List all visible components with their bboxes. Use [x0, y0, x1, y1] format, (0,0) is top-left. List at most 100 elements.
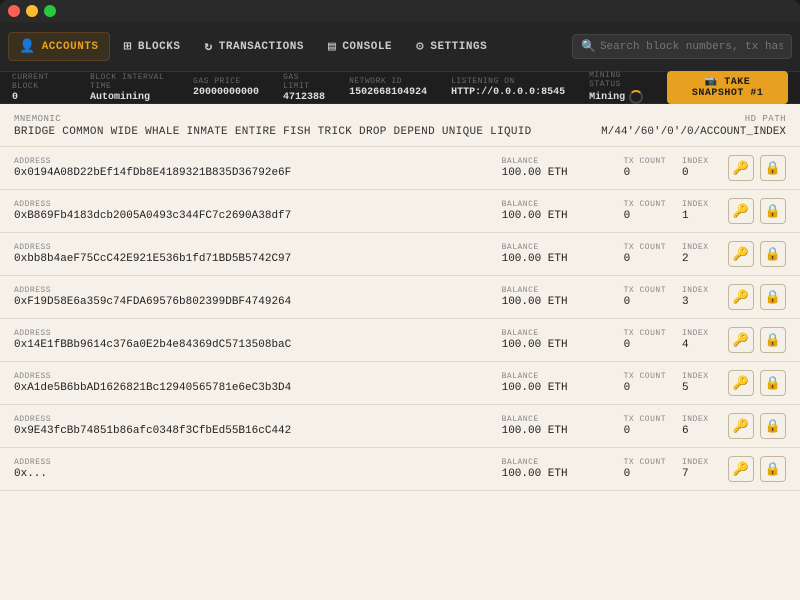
account-right-4: TX Count 0 Index 4 🔑 🔒: [624, 327, 786, 353]
account-left-5: Address 0xA1de5B6bbAD1626821Bc1294056578…: [14, 372, 490, 394]
mnemonic-section: Mnemonic BRIDGE COMMON WIDE WHALE INMATE…: [0, 104, 800, 147]
block-interval-label: Block Interval Time: [90, 73, 169, 91]
lock-button-4[interactable]: 🔒: [760, 327, 786, 353]
index-label-0: Index: [682, 157, 709, 166]
accounts-icon: 👤: [19, 39, 36, 54]
account-row[interactable]: Address 0xB869Fb4183dcb2005A0493c344FC7c…: [0, 190, 800, 233]
blocks-label: Blocks: [138, 41, 181, 53]
search-input[interactable]: [600, 41, 783, 53]
settings-label: Settings: [430, 41, 487, 53]
settings-icon: ⚙: [416, 39, 424, 54]
close-dot[interactable]: [8, 5, 20, 17]
lock-button-5[interactable]: 🔒: [760, 370, 786, 396]
lock-button-2[interactable]: 🔒: [760, 241, 786, 267]
index-value-7: 7: [682, 468, 689, 480]
account-row[interactable]: Address 0xF19D58E6a359c74FDA69576b802399…: [0, 276, 800, 319]
account-left-3: Address 0xF19D58E6a359c74FDA69576b802399…: [14, 286, 490, 308]
accounts-list: Address 0x0194A08D22bEf14fDb8E4189321B83…: [0, 147, 800, 491]
tx-count-value-3: 0: [624, 296, 631, 308]
main-content: Mnemonic BRIDGE COMMON WIDE WHALE INMATE…: [0, 104, 800, 600]
account-row[interactable]: Address 0xbb8b4aeF75CcC42E921E536b1fd71B…: [0, 233, 800, 276]
balance-value-0: 100.00 ETH: [502, 167, 568, 179]
snapshot-button[interactable]: 📷 TAKE SNAPSHOT #1: [667, 71, 788, 104]
account-actions-6: 🔑 🔒: [728, 413, 786, 439]
tx-count-value-0: 0: [624, 167, 631, 179]
account-row[interactable]: Address 0x... Balance 100.00 ETH TX Coun…: [0, 448, 800, 491]
nav-item-settings[interactable]: ⚙ Settings: [406, 33, 497, 60]
balance-stat-2: Balance 100.00 ETH: [502, 243, 612, 265]
index-stat-5: Index 5: [682, 372, 712, 394]
maximize-dot[interactable]: [44, 5, 56, 17]
copy-key-button-0[interactable]: 🔑: [728, 155, 754, 181]
nav-item-transactions[interactable]: ↻Transactions: [194, 33, 314, 60]
account-row[interactable]: Address 0x14E1fBBb9614c376a0E2b4e84369dC…: [0, 319, 800, 362]
index-stat-1: Index 1: [682, 200, 712, 222]
account-row[interactable]: Address 0x9E43fcBb74851b86afc0348f3CfbEd…: [0, 405, 800, 448]
account-right-3: TX Count 0 Index 3 🔑 🔒: [624, 284, 786, 310]
status-bar: Current Block 0 Block Interval Time Auto…: [0, 72, 800, 104]
lock-button-0[interactable]: 🔒: [760, 155, 786, 181]
copy-key-button-2[interactable]: 🔑: [728, 241, 754, 267]
nav-bar: 👤 Accounts ⊞Blocks↻Transactions▤Console ⚙ Se…: [0, 22, 800, 72]
lock-button-3[interactable]: 🔒: [760, 284, 786, 310]
address-value-6: 0x9E43fcBb74851b86afc0348f3CfbEd55B16cC4…: [14, 425, 490, 437]
tx-count-label-7: TX Count: [624, 458, 666, 467]
lock-button-6[interactable]: 🔒: [760, 413, 786, 439]
address-label-3: Address: [14, 286, 490, 295]
current-block-value: 0: [12, 92, 66, 103]
nav-item-console[interactable]: ▤Console: [318, 33, 402, 60]
balance-value-5: 100.00 ETH: [502, 382, 568, 394]
transactions-icon: ↻: [204, 39, 212, 54]
address-label-1: Address: [14, 200, 490, 209]
hd-path-value: M/44'/60'/0'/0/ACCOUNT_INDEX: [601, 126, 786, 138]
index-stat-0: Index 0: [682, 157, 712, 179]
account-actions-0: 🔑 🔒: [728, 155, 786, 181]
tx-count-stat-3: TX Count 0: [624, 286, 666, 308]
tx-count-value-1: 0: [624, 210, 631, 222]
balance-stat-7: Balance 100.00 ETH: [502, 458, 612, 480]
copy-key-button-6[interactable]: 🔑: [728, 413, 754, 439]
balance-value-1: 100.00 ETH: [502, 210, 568, 222]
index-label-1: Index: [682, 200, 709, 209]
copy-key-button-1[interactable]: 🔑: [728, 198, 754, 224]
account-row[interactable]: Address 0x0194A08D22bEf14fDb8E4189321B83…: [0, 147, 800, 190]
gas-price-label: Gas Price: [193, 77, 259, 86]
network-id-stat: Network Id 1502668104924: [349, 77, 427, 98]
index-label-2: Index: [682, 243, 709, 252]
tx-count-value-7: 0: [624, 468, 631, 480]
balance-label-3: Balance: [502, 286, 539, 295]
nav-item-accounts[interactable]: 👤 Accounts: [8, 32, 110, 61]
tx-count-stat-0: TX Count 0: [624, 157, 666, 179]
title-bar: [0, 0, 800, 22]
balance-label-1: Balance: [502, 200, 539, 209]
account-row[interactable]: Address 0xA1de5B6bbAD1626821Bc1294056578…: [0, 362, 800, 405]
account-right-0: TX Count 0 Index 0 🔑 🔒: [624, 155, 786, 181]
account-actions-4: 🔑 🔒: [728, 327, 786, 353]
current-block-stat: Current Block 0: [12, 73, 66, 103]
copy-key-button-7[interactable]: 🔑: [728, 456, 754, 482]
nav-item-blocks[interactable]: ⊞Blocks: [114, 33, 191, 60]
copy-key-button-4[interactable]: 🔑: [728, 327, 754, 353]
tx-count-label-4: TX Count: [624, 329, 666, 338]
copy-key-button-3[interactable]: 🔑: [728, 284, 754, 310]
accounts-label: Accounts: [42, 41, 99, 53]
account-left-0: Address 0x0194A08D22bEf14fDb8E4189321B83…: [14, 157, 490, 179]
block-interval-value: Automining: [90, 92, 169, 103]
address-label-0: Address: [14, 157, 490, 166]
tx-count-stat-1: TX Count 0: [624, 200, 666, 222]
account-left-6: Address 0x9E43fcBb74851b86afc0348f3CfbEd…: [14, 415, 490, 437]
gas-price-stat: Gas Price 20000000000: [193, 77, 259, 98]
console-label: Console: [342, 41, 392, 53]
tx-count-label-5: TX Count: [624, 372, 666, 381]
account-actions-3: 🔑 🔒: [728, 284, 786, 310]
balance-label-7: Balance: [502, 458, 539, 467]
lock-button-7[interactable]: 🔒: [760, 456, 786, 482]
copy-key-button-5[interactable]: 🔑: [728, 370, 754, 396]
tx-count-value-6: 0: [624, 425, 631, 437]
mining-status-label: Mining Status: [589, 71, 643, 89]
lock-button-1[interactable]: 🔒: [760, 198, 786, 224]
index-label-4: Index: [682, 329, 709, 338]
balance-stat-5: Balance 100.00 ETH: [502, 372, 612, 394]
account-actions-2: 🔑 🔒: [728, 241, 786, 267]
minimize-dot[interactable]: [26, 5, 38, 17]
